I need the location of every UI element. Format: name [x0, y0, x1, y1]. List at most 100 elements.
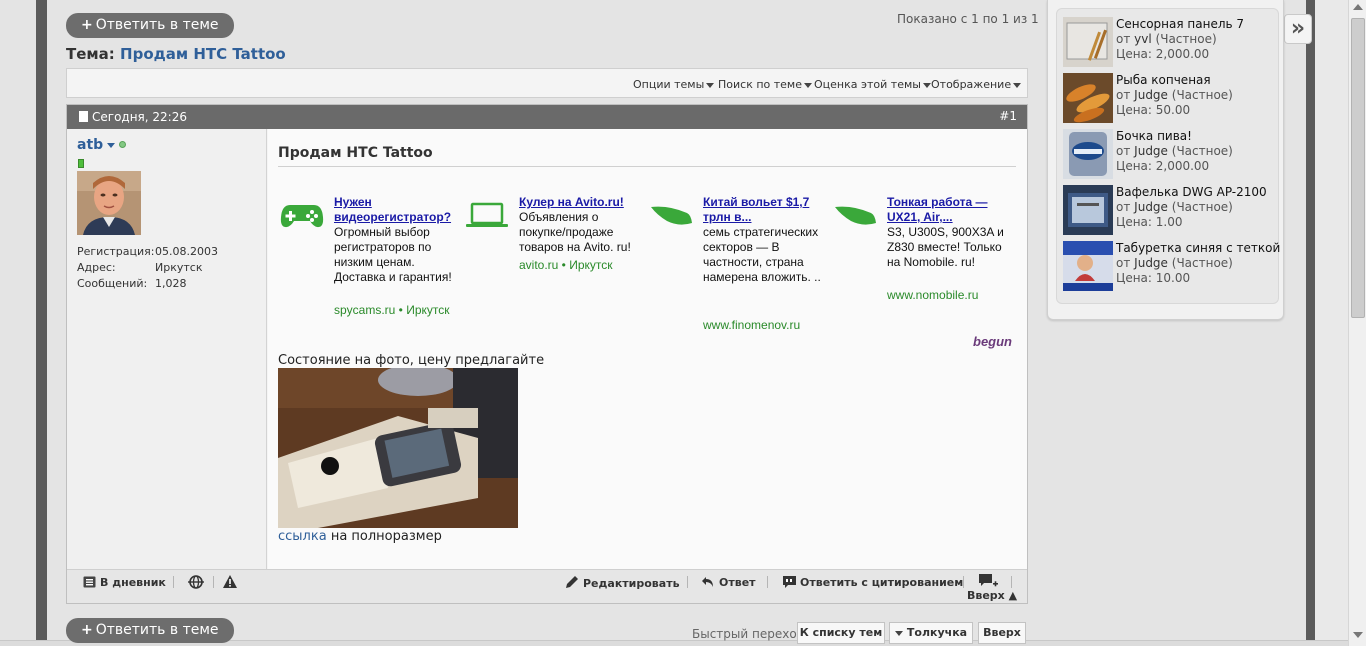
list-item[interactable]: Вафелька DWG AP-2100 от Judge (Частное) … — [1063, 185, 1278, 237]
post-footer: В дневник Редактировать Ответ Ответить с… — [67, 569, 1027, 603]
messages-info: Сообщений: 1,028 — [77, 277, 187, 290]
ad-title[interactable]: Нужен видеорегистратор? — [334, 195, 454, 225]
edit-button[interactable]: Редактировать — [565, 576, 680, 590]
ad-title[interactable]: Китай вольет $1,7 трлн в... — [703, 195, 823, 225]
globe-button[interactable] — [187, 575, 209, 590]
username[interactable]: atb — [77, 137, 127, 153]
diary-icon — [83, 576, 96, 588]
caret-down-icon — [894, 630, 903, 636]
post-image[interactable] — [278, 368, 518, 528]
item-title[interactable]: Сенсорная панель 7 — [1116, 17, 1244, 31]
item-thumbnail[interactable] — [1063, 185, 1113, 235]
post-header: Сегодня, 22:26 #1 — [67, 105, 1027, 129]
reply-button[interactable]: Ответ — [701, 576, 756, 589]
thread-toolbar: Опции темы Поиск по теме Оценка этой тем… — [66, 68, 1028, 98]
left-margin — [0, 0, 36, 646]
item-title[interactable]: Рыба копченая — [1116, 73, 1211, 87]
thread-options-menu[interactable]: Опции темы — [633, 78, 715, 91]
vertical-scrollbar[interactable] — [1348, 0, 1366, 646]
scrollbar-thumb[interactable] — [1351, 18, 1365, 318]
gamepad-icon — [280, 205, 324, 228]
item-thumbnail[interactable] — [1063, 73, 1113, 123]
post-number[interactable]: #1 — [999, 109, 1017, 123]
plus-icon: + — [81, 17, 93, 33]
item-title[interactable]: Бочка пива! — [1116, 129, 1192, 143]
classifieds-list: Сенсорная панель 7 от yvl (Частное) Цена… — [1056, 8, 1280, 304]
pencil-icon — [566, 576, 578, 588]
divider — [963, 576, 964, 588]
item-price: Цена: 1.00 — [1116, 215, 1183, 229]
multi-quote-icon — [979, 574, 998, 587]
list-item[interactable]: Бочка пива! от Judge (Частное) Цена: 2,0… — [1063, 129, 1278, 181]
item-thumbnail[interactable] — [1063, 17, 1113, 67]
ad-url[interactable]: www.nomobile.ru — [887, 288, 1007, 303]
reply-thread-button-bottom[interactable]: + Ответить в теме — [66, 618, 234, 643]
item-price: Цена: 2,000.00 — [1116, 159, 1210, 173]
add-to-diary-button[interactable]: В дневник — [83, 576, 166, 589]
multi-quote-button[interactable] — [979, 574, 1003, 589]
post-date: Сегодня, 22:26 — [79, 110, 187, 124]
list-item[interactable]: Табуретка синяя с теткой от Judge (Частн… — [1063, 241, 1280, 293]
item-title[interactable]: Вафелька DWG AP-2100 — [1116, 185, 1267, 199]
post-body-text: Состояние на фото, цену предлагайте — [278, 353, 545, 368]
scroll-down-icon[interactable] — [1353, 632, 1363, 638]
laptop-icon — [466, 202, 508, 227]
thread-display-menu[interactable]: Отображение — [931, 78, 1022, 91]
collapse-sidebar-button[interactable]: » — [1284, 14, 1312, 44]
caret-down-icon — [804, 82, 812, 88]
ad-text: Объявления о покупке/продаже товаров на … — [519, 210, 631, 254]
post: Сегодня, 22:26 #1 atb Регистрация: 05.08… — [66, 104, 1028, 604]
ad-url[interactable]: spycams.ru • Иркутск — [334, 303, 454, 318]
item-thumbnail[interactable] — [1063, 241, 1113, 291]
divider — [767, 576, 768, 588]
post-content: Продам HTC Tattoo Нужен видеорегистратор… — [268, 129, 1027, 569]
report-button[interactable] — [223, 575, 241, 589]
quote-reply-button[interactable]: Ответить с цитированием — [783, 576, 963, 589]
globe-icon — [188, 575, 204, 589]
plus-icon: + — [81, 622, 93, 638]
ad-url[interactable]: www.finomenov.ru — [703, 318, 823, 333]
item-seller: от Judge (Частное) — [1116, 144, 1233, 158]
caret-down-icon — [922, 82, 931, 88]
list-item[interactable]: Рыба копченая от Judge (Частное) Цена: 5… — [1063, 73, 1278, 125]
thread-title-link[interactable]: Продам HTC Tattoo — [120, 45, 286, 63]
ad-url[interactable]: avito.ru • Иркутск — [519, 258, 639, 273]
quick-nav-label: Быстрый переход — [692, 627, 805, 641]
ad-title[interactable]: Тонкая работа — UX21, Air,... — [887, 195, 1007, 225]
left-border — [36, 0, 47, 646]
user-info: atb Регистрация: 05.08.2003 Адрес: Иркутск — [67, 129, 267, 569]
ad-title[interactable]: Кулер на Avito.ru! — [519, 195, 639, 210]
scroll-up-icon[interactable] — [1353, 4, 1363, 10]
item-thumbnail[interactable] — [1063, 129, 1113, 179]
to-thread-list-button[interactable]: К списку тем — [797, 622, 885, 644]
right-gutter — [1315, 0, 1348, 646]
post-title: Продам HTC Tattoo — [278, 145, 433, 161]
top-button[interactable]: Вверх — [978, 622, 1026, 644]
item-seller: от Judge (Частное) — [1116, 256, 1233, 270]
page-title: Тема: Продам HTC Tattoo — [66, 45, 286, 63]
caret-down-icon — [706, 82, 715, 88]
avatar[interactable] — [77, 171, 141, 235]
item-price: Цена: 50.00 — [1116, 103, 1191, 117]
leaf-icon — [835, 206, 876, 225]
back-to-top-link[interactable]: Вверх ▲ — [967, 589, 1017, 602]
fullsize-link[interactable]: ссылка — [278, 529, 327, 544]
classifieds-sidebar: Сенсорная панель 7 от yvl (Частное) Цена… — [1047, 0, 1284, 320]
reply-thread-button[interactable]: + Ответить в теме — [66, 13, 234, 38]
item-seller: от Judge (Частное) — [1116, 200, 1233, 214]
caret-down-icon — [107, 142, 116, 148]
document-icon — [79, 111, 88, 122]
divider — [213, 576, 214, 588]
caret-down-icon — [1013, 82, 1022, 88]
leaf-icon — [651, 206, 692, 225]
thread-rating-menu[interactable]: Оценка этой темы — [814, 78, 931, 91]
list-item[interactable]: Сенсорная панель 7 от yvl (Частное) Цена… — [1063, 17, 1278, 69]
item-price: Цена: 2,000.00 — [1116, 47, 1210, 61]
item-title[interactable]: Табуретка синяя с теткой — [1116, 241, 1280, 255]
item-seller: от yvl (Частное) — [1116, 32, 1217, 46]
item-seller: от Judge (Частное) — [1116, 88, 1233, 102]
forum-jump-select[interactable]: Толкучка — [889, 622, 973, 644]
thread-search-menu[interactable]: Поиск по теме — [718, 78, 812, 91]
ad-brand-link[interactable]: begun — [973, 334, 1012, 349]
shown-count: Показано с 1 по 1 из 1 — [897, 12, 1039, 26]
